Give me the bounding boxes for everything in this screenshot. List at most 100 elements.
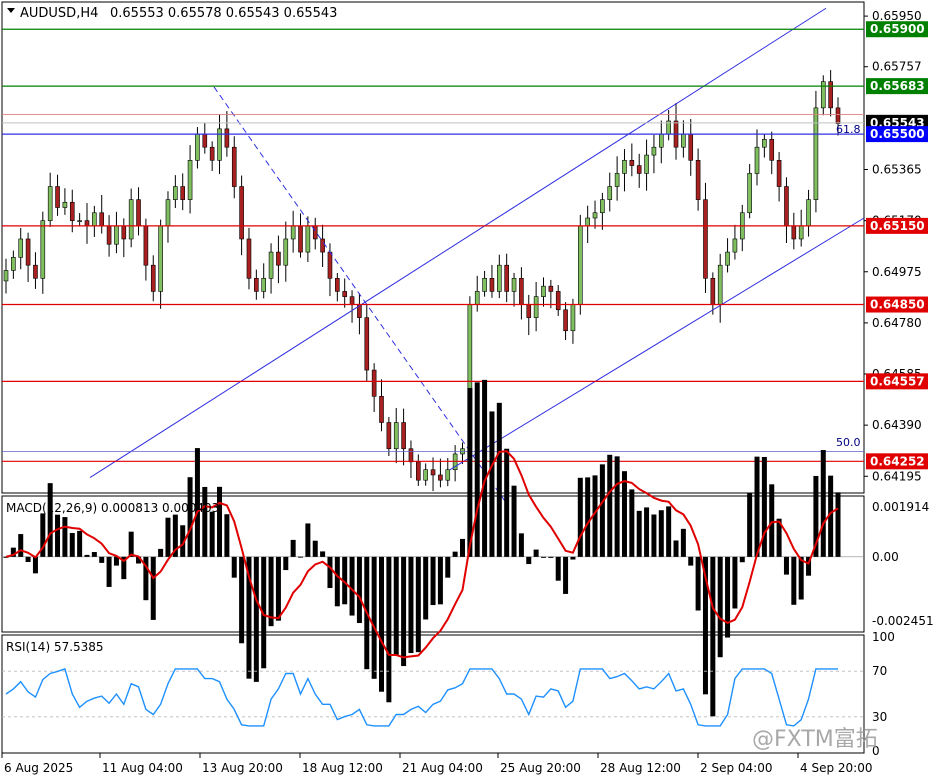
- time-tick-label: 28 Aug 12:00: [600, 761, 681, 775]
- macd-bar: [202, 486, 208, 557]
- macd-bar: [32, 556, 38, 574]
- rsi-tick-label: 70: [872, 664, 887, 678]
- candle-body: [563, 309, 568, 332]
- price-tick-label: 0.65950: [872, 9, 922, 23]
- candle-body: [371, 369, 377, 397]
- macd-bar: [47, 483, 53, 557]
- candle-body: [379, 395, 384, 423]
- macd-bar: [452, 551, 458, 557]
- candle-body: [276, 251, 281, 266]
- macd-bar: [25, 556, 31, 562]
- time-tick-label: 13 Aug 20:00: [202, 761, 283, 775]
- macd-bar: [533, 549, 539, 557]
- level-price-label: 0.64252: [870, 454, 925, 468]
- candle-body: [533, 296, 539, 318]
- macd-bar: [563, 556, 569, 594]
- macd-bar: [555, 556, 561, 581]
- macd-bar: [644, 507, 650, 557]
- macd-bar: [217, 486, 223, 557]
- candle-body: [261, 278, 266, 292]
- candle-body: [614, 173, 620, 187]
- watermark-logo: @FXTM富拓: [752, 727, 878, 752]
- candle-body: [644, 154, 649, 174]
- macd-bar: [540, 556, 546, 558]
- candle-body: [474, 291, 480, 305]
- candle-body: [364, 317, 370, 371]
- candle-body: [526, 304, 532, 318]
- macd-bar: [474, 382, 480, 557]
- candle-body: [629, 160, 635, 166]
- candle-body: [607, 186, 613, 200]
- candle-body: [393, 422, 399, 450]
- price-tick-label: 0.65757: [872, 60, 922, 74]
- macd-bar: [84, 554, 90, 557]
- macd-bar: [69, 532, 75, 557]
- macd-bar: [577, 477, 583, 557]
- candle-body: [77, 220, 82, 222]
- candle-body: [106, 225, 112, 245]
- candle-body: [143, 225, 149, 266]
- macd-bar: [349, 556, 355, 616]
- macd-bar: [209, 511, 215, 557]
- candle-body: [482, 278, 487, 292]
- candle-body: [445, 469, 451, 481]
- candle-body: [710, 278, 716, 305]
- macd-bar: [717, 556, 723, 658]
- macd-bar: [467, 387, 473, 557]
- macd-bar: [489, 411, 495, 557]
- candle-body: [835, 107, 841, 124]
- macd-bar: [548, 556, 554, 558]
- macd-bar: [401, 556, 407, 667]
- candle-body: [92, 212, 97, 227]
- macd-bar: [526, 556, 532, 565]
- candle-body: [658, 133, 664, 148]
- candle-body: [806, 199, 811, 227]
- candle-body: [312, 225, 318, 240]
- candle-body: [548, 285, 554, 292]
- candle-body: [681, 133, 686, 148]
- fib-label-618: 61.8: [836, 123, 861, 136]
- macd-bar: [629, 489, 635, 557]
- candle-body: [636, 165, 642, 174]
- candle-body: [136, 199, 141, 227]
- level-price-label: 0.64557: [870, 374, 925, 388]
- candle-body: [180, 186, 186, 200]
- candle-body: [798, 225, 804, 240]
- candle-body: [290, 225, 296, 240]
- candle-body: [791, 225, 797, 240]
- candle-body: [165, 199, 171, 227]
- candle-body: [511, 278, 517, 292]
- macd-label: MACD(12,26,9) 0.000813 0.000403: [6, 501, 219, 515]
- level-price-label: 0.65683: [870, 79, 925, 93]
- candle-body: [195, 133, 200, 161]
- macd-bar: [320, 551, 326, 557]
- level-price-label: 0.64850: [870, 298, 925, 312]
- macd-bar: [658, 510, 664, 557]
- price-tick-label: 0.65365: [872, 162, 922, 176]
- macd-tick-label: -0.002451: [872, 614, 934, 628]
- symbol-timeframe: AUDUSD,H4: [20, 6, 98, 21]
- candle-body: [504, 264, 509, 292]
- candle-body: [754, 146, 760, 174]
- candle-body: [231, 146, 237, 187]
- candle-body: [33, 264, 38, 279]
- price-tick-label: 0.64195: [872, 469, 922, 483]
- candle-body: [69, 201, 75, 221]
- chart-canvas[interactable]: 61.850.0 0.659500.657570.653650.651700.6…: [0, 0, 936, 780]
- macd-bar: [158, 548, 164, 557]
- candle-body: [408, 448, 414, 463]
- candle-body: [128, 199, 134, 240]
- candle-body: [349, 296, 355, 305]
- candle-body: [114, 225, 119, 245]
- candle-body: [327, 251, 333, 279]
- candle-body: [776, 160, 782, 187]
- macd-bar: [415, 556, 421, 653]
- macd-bar: [482, 379, 488, 557]
- macd-bar: [253, 556, 259, 682]
- ohlc-readout: 0.65553 0.65578 0.65543 0.65543: [110, 6, 337, 21]
- macd-bar: [673, 540, 679, 557]
- rsi-panel[interactable]: [1, 634, 865, 754]
- candle-body: [283, 238, 289, 266]
- macd-bar: [356, 556, 362, 624]
- macd-bar: [99, 556, 105, 563]
